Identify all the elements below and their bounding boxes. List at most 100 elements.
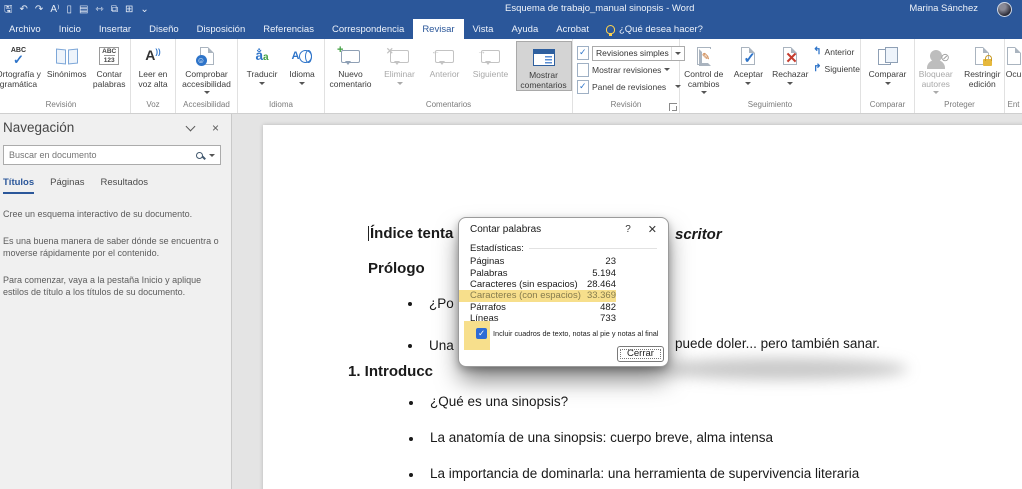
dropdown-caret [885, 82, 891, 85]
undo-icon[interactable]: ↶ [20, 3, 28, 16]
object-anchor-icon[interactable]: ⧉ [111, 3, 118, 16]
next-comment-button[interactable]: → Siguiente [468, 41, 514, 80]
read-aloud-button[interactable]: A)) Leer en voz alta [132, 41, 174, 89]
close-pane-icon[interactable]: × [212, 121, 219, 135]
search-box[interactable] [3, 145, 221, 165]
translate-button[interactable]: a̐a Traducir [241, 41, 283, 85]
doc-bullet-5: La importancia de dominarla: una herrami… [430, 466, 859, 481]
hide-ink-button[interactable]: Ocu [1005, 41, 1022, 80]
chevron-down-icon[interactable] [186, 121, 196, 131]
stat-row-paginas: Páginas23 [459, 256, 616, 267]
dropdown-caret [299, 82, 305, 85]
group-label-proteger: Proteger [915, 99, 1004, 113]
nav-tab-resultados[interactable]: Resultados [100, 177, 148, 194]
tab-ayuda[interactable]: Ayuda [502, 19, 547, 39]
restrict-editing-icon [975, 47, 989, 65]
tell-me-label: ¿Qué desea hacer? [619, 24, 703, 35]
dialog-launcher-icon[interactable] [669, 103, 677, 111]
save-icon[interactable]: 🖫 [4, 3, 13, 16]
block-authors-button[interactable]: Bloquear autores [915, 41, 957, 94]
reject-button[interactable]: ✕ Rechazar [769, 41, 811, 85]
track-changes-button[interactable]: Control de cambios [680, 41, 727, 94]
nav-tab-titulos[interactable]: Títulos [3, 177, 34, 194]
tab-disposicion[interactable]: Disposición [188, 19, 255, 39]
new-comment-icon: + [341, 50, 360, 63]
display-for-review-select[interactable]: Revisiones simples [592, 46, 685, 61]
doc-heading-prologo: Prólogo [368, 260, 425, 277]
tab-archivo[interactable]: Archivo [0, 19, 50, 39]
group-label-accesibilidad: Accesibilidad [176, 99, 237, 113]
display-for-review-icon [577, 46, 589, 60]
tab-revisar[interactable]: Revisar [413, 19, 463, 39]
new-comment-button[interactable]: + Nuevo comentario [326, 41, 376, 89]
tab-insertar[interactable]: Insertar [90, 19, 140, 39]
thesaurus-button[interactable]: Sinónimos [45, 41, 88, 80]
bullet-dot [408, 344, 412, 348]
compare-button[interactable]: Comparar [863, 41, 913, 85]
dropdown-caret [397, 82, 403, 85]
search-input[interactable] [9, 150, 196, 160]
bullet-dot [409, 473, 413, 477]
reviewing-pane-button[interactable]: Panel de revisiones [577, 79, 681, 95]
tab-referencias[interactable]: Referencias [254, 19, 323, 39]
tell-me-box[interactable]: ¿Qué desea hacer? [598, 19, 711, 39]
previous-change-button[interactable]: ↰ Anterior [813, 44, 860, 59]
doc-heading-introduccion: 1. Introducc [348, 363, 433, 380]
cerrar-button[interactable]: Cerrar [617, 346, 664, 362]
group-label-revision2: Revisión [573, 99, 679, 113]
group-label-entrada: Ent [1005, 99, 1022, 113]
previous-comment-button[interactable]: ← Anterior [424, 41, 466, 80]
close-icon[interactable]: ✕ [639, 223, 657, 236]
group-voz: A)) Leer en voz alta Voz [131, 39, 176, 113]
tab-vista[interactable]: Vista [464, 19, 503, 39]
two-page-view-icon[interactable]: ▤ [79, 3, 88, 16]
show-markup-button[interactable]: Mostrar revisiones [577, 62, 670, 78]
help-icon[interactable]: ? [617, 224, 639, 235]
group-entrada-lapiz: Ocu Ent [1005, 39, 1022, 113]
show-comments-button[interactable]: Mostrar comentarios [516, 41, 572, 91]
group-label-comparar: Comparar [861, 99, 914, 113]
tab-diseno[interactable]: Diseño [140, 19, 188, 39]
accept-icon: ✓ [741, 47, 755, 65]
group-label-comentarios: Comentarios [325, 99, 572, 113]
next-change-button[interactable]: ↱ Siguiente [813, 61, 860, 76]
delete-comment-button[interactable]: ✕ Eliminar [378, 41, 422, 85]
word-window: 🖫 ↶ ↷ A⁾ ▯ ▤ ⇿ ⧉ ⊞ ⌄ Esquema de trabajo_… [0, 0, 1022, 489]
word-count-icon[interactable]: ⊞ [125, 3, 133, 16]
new-document-icon[interactable]: ▯ [66, 3, 72, 16]
check-accessibility-button[interactable]: ☺ Comprobar accesibilidad [177, 41, 237, 94]
language-button[interactable]: A Idioma [283, 41, 321, 85]
tab-correspondencia[interactable]: Correspondencia [323, 19, 413, 39]
search-icon[interactable] [196, 152, 203, 159]
tab-inicio[interactable]: Inicio [50, 19, 90, 39]
track-changes-icon [697, 47, 711, 65]
nav-help-paragraph-3: Para comenzar, vaya a la pestaña Inicio … [3, 274, 221, 299]
language-icon: A [292, 50, 300, 62]
accept-button[interactable]: ✓ Aceptar [729, 41, 767, 85]
redo-icon[interactable]: ↷ [35, 3, 43, 16]
dropdown-caret [745, 82, 751, 85]
spelling-grammar-button[interactable]: ABC✓ Ortografía y gramática [0, 41, 45, 89]
read-aloud-icon[interactable]: A⁾ [50, 3, 59, 16]
navigation-pane: Navegación × Títulos Páginas Resultados … [0, 114, 232, 489]
accessibility-icon: ☺ [200, 47, 214, 65]
bullet-dot [409, 437, 413, 441]
customize-qat-icon[interactable]: ⌄ [140, 3, 148, 16]
group-comentarios: + Nuevo comentario ✕ Eliminar ← Anterior… [325, 39, 573, 113]
account-name[interactable]: Marina Sánchez [909, 3, 978, 14]
search-options-caret[interactable] [209, 154, 215, 157]
restrict-editing-button[interactable]: Restringir edición [961, 41, 1004, 89]
group-seguimiento: Control de cambios ✓ Aceptar ✕ Rechazar … [680, 39, 861, 113]
word-count-button[interactable]: ABC123 Contar palabras [88, 41, 130, 89]
tab-acrobat[interactable]: Acrobat [547, 19, 598, 39]
group-comparar: Comparar Comparar [861, 39, 915, 113]
ribbon-tab-row: Archivo Inicio Insertar Diseño Disposici… [0, 19, 1022, 39]
read-aloud-icon: A)) [145, 48, 160, 64]
text-cursor [368, 226, 369, 241]
doc-heading-indice-right: scritor [675, 226, 722, 243]
account-avatar[interactable] [997, 2, 1012, 17]
bullet-dot [409, 401, 413, 405]
nav-tab-paginas[interactable]: Páginas [50, 177, 84, 194]
spacing-icon[interactable]: ⇿ [95, 3, 103, 16]
include-textboxes-checkbox[interactable]: ✓ [476, 328, 487, 339]
